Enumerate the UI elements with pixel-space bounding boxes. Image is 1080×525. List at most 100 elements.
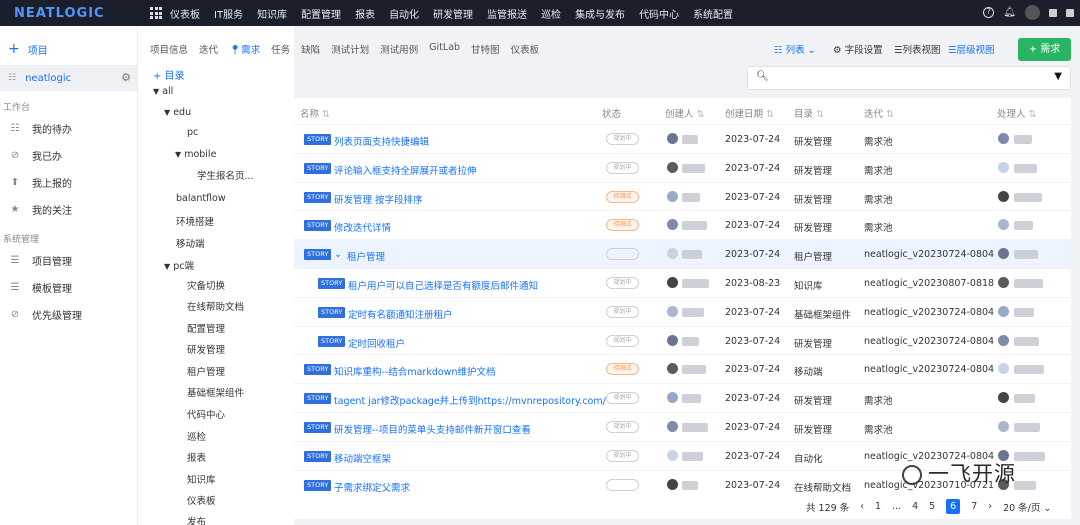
iteration-name[interactable]: 需求池 — [864, 220, 893, 234]
tab-dashboard[interactable]: 仪表板 — [511, 42, 540, 56]
page-size-select[interactable]: 20 条/页 ⌄ — [1003, 500, 1051, 514]
tree-node-student-signup[interactable]: 学生报名页... — [197, 168, 254, 182]
tree-node-dashboard[interactable]: 仪表板 — [187, 493, 216, 507]
request-title-link[interactable]: 列表页面支持快捷编辑 — [334, 134, 429, 148]
new-request-button[interactable]: + 需求 — [1018, 38, 1071, 61]
col-creator[interactable]: 创建人 ⇅ — [665, 106, 705, 120]
topnav-automation[interactable]: 自动化 — [389, 6, 419, 21]
tree-node-balantflow[interactable]: balantflow — [176, 193, 226, 204]
topnav-it-service[interactable]: IT服务 — [214, 6, 243, 21]
tree-node-dr-switch[interactable]: 灾备切换 — [187, 278, 225, 292]
filter-icon[interactable]: ▼ — [1054, 71, 1062, 82]
sidebar-item-my-todo[interactable]: ☷ 我的待办 — [0, 115, 137, 142]
tree-node-report[interactable]: 报表 — [187, 450, 206, 464]
app-grid-icon[interactable] — [150, 7, 162, 19]
tab-project-info[interactable]: 项目信息 — [150, 42, 188, 56]
next-page-icon[interactable]: › — [988, 501, 992, 512]
col-handler[interactable]: 处理人 ⇅ — [997, 106, 1037, 120]
request-title-link[interactable]: 子需求绑定父需求 — [334, 480, 410, 494]
level-view-button[interactable]: ☰层级视图 — [948, 42, 995, 56]
tree-node-knowledge[interactable]: 知识库 — [187, 472, 216, 486]
help-icon[interactable]: ? — [983, 7, 995, 18]
table-row[interactable]: STORY 研发管理--项目的菜单头支持邮件新开窗口查看 规划中 2023-07-24… — [294, 412, 1071, 441]
page-4[interactable]: 4 — [912, 501, 918, 512]
search-input[interactable] — [772, 70, 1042, 86]
iteration-name[interactable]: 需求池 — [864, 163, 893, 177]
request-title-link[interactable]: 修改迭代详情 — [334, 220, 391, 234]
iteration-name[interactable]: neatlogic_v20230724-0804 — [864, 307, 994, 318]
tree-node-mobile-end[interactable]: 移动端 — [176, 236, 205, 250]
table-row[interactable]: STORY 研发管理 按字段排序 待测试 2023-07-24 研发管理 需求池 — [294, 181, 1071, 211]
tab-test-plan[interactable]: 测试计划 — [331, 42, 369, 56]
tab-task[interactable]: 任务 — [271, 42, 290, 56]
iteration-name[interactable]: neatlogic_v20230724-0804 — [864, 364, 994, 375]
tree-node-inspection[interactable]: 巡检 — [187, 429, 206, 443]
request-title-link[interactable]: 研发管理 按字段排序 — [334, 192, 423, 206]
sidebar-item-priority-manage[interactable]: ⊘ 优先级管理 — [0, 301, 137, 328]
tab-request[interactable]: 📍︎需求 — [229, 42, 260, 56]
tree-node-release[interactable]: 发布 — [187, 514, 206, 525]
table-row[interactable]: STORY 列表页面支持快捷编辑 规划中 2023-07-24 研发管理 需求池 — [294, 124, 1071, 153]
sidebar-item-template-manage[interactable]: ☰ 模板管理 — [0, 274, 137, 301]
request-title-link[interactable]: 评论输入框支持全屏展开或者拉伸 — [334, 163, 477, 177]
topnav-config[interactable]: 配置管理 — [301, 6, 341, 21]
request-title-link[interactable]: 租户用户可以自己选择是否有额度后邮件通知 — [348, 278, 538, 292]
page-6-current[interactable]: 6 — [946, 499, 961, 514]
current-project-item[interactable]: ☷ neatlogic ⚙ — [0, 65, 137, 91]
tree-node-rdm[interactable]: 研发管理 — [187, 342, 225, 356]
sidebar-item-my-done[interactable]: ⊘ 我已办 — [0, 142, 137, 169]
tree-node-config-manage[interactable]: 配置管理 — [187, 321, 225, 335]
tree-node-tenant[interactable]: 租户管理 — [187, 364, 225, 378]
col-status[interactable]: 状态 — [602, 106, 621, 120]
user-avatar[interactable] — [1025, 5, 1040, 20]
user-menu-block[interactable] — [1066, 8, 1074, 17]
iteration-name[interactable]: 需求池 — [864, 134, 893, 148]
topnav-code-center[interactable]: 代码中心 — [639, 6, 679, 21]
table-row[interactable]: STORY 定时有名额通知注册租户 规划中 2023-07-24 基础框架组件 neatl… — [294, 296, 1071, 326]
col-name[interactable]: 名称 ⇅ — [300, 106, 330, 120]
col-iteration[interactable]: 迭代 ⇅ — [864, 106, 894, 120]
table-row[interactable]: STORY ⌄ 租户管理 2023-07-24 租户管理 neatlogic_v20230… — [294, 239, 1071, 269]
sidebar-item-project-manage[interactable]: ☰ 项目管理 — [0, 247, 137, 274]
user-menu-block[interactable] — [1049, 8, 1057, 17]
tree-node-pc-end[interactable]: ▼ pc端 — [164, 258, 194, 272]
tree-node-all[interactable]: ▼ all — [153, 86, 173, 97]
topnav-system-config[interactable]: 系统配置 — [693, 6, 733, 21]
iteration-name[interactable]: neatlogic_v20230807-0818 — [864, 278, 994, 289]
sidebar-item-my-reported[interactable]: ⬆ 我上报的 — [0, 169, 137, 196]
project-header[interactable]: + 项目 — [0, 38, 137, 60]
field-settings-button[interactable]: ⚙ 字段设置 — [833, 42, 883, 56]
request-title-link[interactable]: 定时有名额通知注册租户 — [348, 307, 453, 321]
iteration-name[interactable]: neatlogic_v20230724-0804 — [864, 249, 994, 260]
page-1[interactable]: 1 — [875, 501, 881, 512]
gear-icon[interactable]: ⚙ — [121, 71, 131, 84]
request-title-link[interactable]: 移动端空框架 — [334, 451, 391, 465]
topnav-dashboard[interactable]: 仪表板 — [170, 6, 200, 21]
topnav-regulatory[interactable]: 监管报送 — [487, 6, 527, 21]
table-row[interactable]: STORY 租户用户可以自己选择是否有额度后邮件通知 规划中 2023-08-23 知识… — [294, 268, 1071, 297]
tree-node-online-help[interactable]: 在线帮助文档 — [187, 299, 244, 313]
tree-node-env-setup[interactable]: 环境搭建 — [176, 214, 214, 228]
table-row[interactable]: STORY 定时回收租户 规划中 2023-07-24 研发管理 neatlogic_v2… — [294, 325, 1071, 355]
bell-icon[interactable]: 🔔︎ — [1003, 7, 1016, 18]
request-title-link[interactable]: 定时回收租户 — [348, 336, 405, 350]
tree-node-edu[interactable]: ▼ edu — [164, 107, 191, 118]
prev-page-icon[interactable]: ‹ — [860, 501, 864, 512]
tab-bug[interactable]: 缺陷 — [301, 42, 320, 56]
tab-gitlab[interactable]: GitLab — [429, 42, 460, 56]
iteration-name[interactable]: 需求池 — [864, 422, 893, 436]
tab-test-case[interactable]: 测试用例 — [380, 42, 418, 56]
col-catalog[interactable]: 目录 ⇅ — [794, 106, 824, 120]
sidebar-item-my-follow[interactable]: ★ 我的关注 — [0, 196, 137, 223]
request-title-link[interactable]: 租户管理 — [347, 249, 385, 263]
request-title-link[interactable]: 知识库重构--结合markdown维护文档 — [334, 364, 495, 378]
col-create-date[interactable]: 创建日期 ⇅ — [725, 106, 774, 120]
iteration-name[interactable]: neatlogic_v20230724-0804 — [864, 336, 994, 347]
table-row[interactable]: STORY tagent jar修改package并上传到https://mvnr… — [294, 383, 1071, 412]
topnav-report[interactable]: 报表 — [355, 6, 375, 21]
table-row[interactable]: STORY 知识库重构--结合markdown维护文档 待测试 2023-07-24 移… — [294, 354, 1071, 383]
app-logo[interactable]: NEATLOGIC — [0, 6, 140, 21]
list-mode-dropdown[interactable]: ☷ 列表 ⌄ — [774, 42, 816, 56]
tab-iteration[interactable]: 迭代 — [199, 42, 218, 56]
iteration-name[interactable]: 需求池 — [864, 192, 893, 206]
